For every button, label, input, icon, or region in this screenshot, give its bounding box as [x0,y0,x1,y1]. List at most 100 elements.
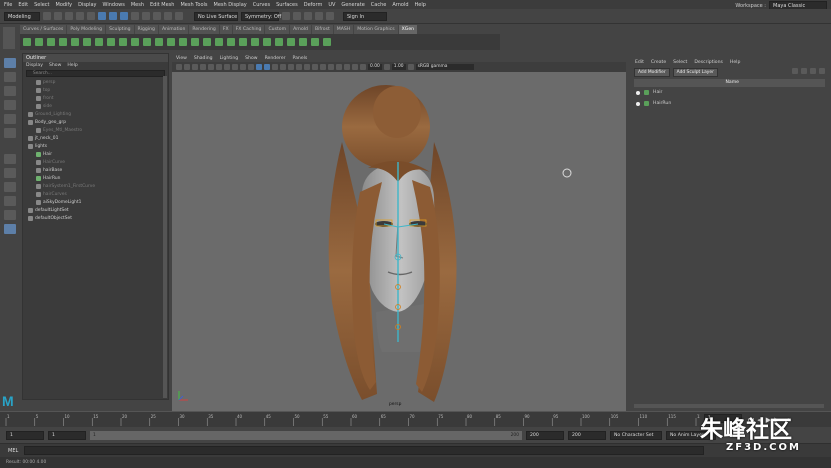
outliner-item[interactable]: front [26,94,168,102]
exposure-field[interactable]: 0.00 [368,64,382,70]
playback-start-field[interactable]: 1 [48,430,86,440]
outliner-item[interactable]: Eyes_Mtl_Maestro [26,126,168,134]
safe-action-icon[interactable] [248,64,254,70]
isolate-select-icon[interactable] [336,64,342,70]
redo-icon[interactable] [87,12,95,20]
menu-display[interactable]: Display [78,2,96,8]
outliner-item[interactable]: hairSystem1_FirstCurve [26,182,168,190]
outliner-menu-help[interactable]: Help [67,62,77,69]
wireframe-icon[interactable] [256,64,262,70]
shelf-tab-sculpting[interactable]: Sculpting [106,25,134,34]
render-icon[interactable] [282,12,290,20]
visibility-icon[interactable] [636,101,640,106]
select-brush-icon[interactable] [299,38,307,46]
grab-brush-icon[interactable] [95,38,103,46]
menu-select[interactable]: Select [34,2,49,8]
outliner-layout-icon[interactable] [4,210,16,220]
character-set-dropdown[interactable]: No Character Set [610,430,662,440]
menu-edit-mesh[interactable]: Edit Mesh [150,2,174,8]
outliner-menu-show[interactable]: Show [49,62,61,69]
open-scene-icon[interactable] [54,12,62,20]
shelf-tab-fx[interactable]: FX [219,25,232,34]
clump-brush-icon[interactable] [155,38,163,46]
convert-icon[interactable] [311,38,319,46]
noise-brush-icon[interactable] [143,38,151,46]
xgen-menu-descriptions[interactable]: Descriptions [694,58,723,65]
mel-label[interactable]: MEL [8,448,18,454]
persp-outliner-layout-icon[interactable] [4,224,16,234]
add-modifier-button[interactable]: Add Modifier [634,68,670,77]
gate-mask-icon[interactable] [232,64,238,70]
film-gate-icon[interactable] [216,64,222,70]
add-guide-icon[interactable] [59,38,67,46]
add-sculpt-layer-button[interactable]: Add Sculpt Layer [672,68,718,77]
select-component-icon[interactable] [120,12,128,20]
menu-mesh[interactable]: Mesh [131,2,144,8]
xray-icon[interactable] [344,64,350,70]
shelf-tab-motion-graphics[interactable]: Motion Graphics [354,25,398,34]
outliner-item[interactable]: HairRun [26,174,168,182]
outliner-item[interactable]: Body_geo_grp [26,118,168,126]
outliner-item[interactable]: hairBase [26,166,168,174]
menu-file[interactable]: File [4,2,12,8]
mode-dropdown[interactable]: Modeling [4,11,40,21]
menu-mesh-display[interactable]: Mesh Display [214,2,247,8]
shelf-tab-rigging[interactable]: Rigging [134,25,158,34]
render-settings-icon[interactable] [304,12,312,20]
sculpt-guide-icon[interactable] [71,38,79,46]
outliner-item[interactable]: top [26,86,168,94]
part-brush-icon[interactable] [167,38,175,46]
shelf-tab-rendering[interactable]: Rendering [189,25,219,34]
select-hierarchy-icon[interactable] [98,12,106,20]
shelf-tab-arnold[interactable]: Arnold [290,25,311,34]
menu-uv[interactable]: UV [328,2,335,8]
xgen-menu-edit[interactable]: Edit [635,58,644,65]
xgen-menu-select[interactable]: Select [673,58,687,65]
xgen-description-row[interactable]: HairRun [634,98,825,109]
attract-brush-icon[interactable] [251,38,259,46]
puff-brush-icon[interactable] [263,38,271,46]
move-up-icon[interactable] [792,68,798,74]
viewport-menu-panels[interactable]: Panels [293,55,308,62]
outliner-menu-display[interactable]: Display [26,62,43,69]
symmetry-dropdown[interactable]: Symmetry: Off [241,11,281,21]
perspective-viewport[interactable]: persp [172,72,626,411]
image-plane-icon[interactable] [200,64,206,70]
hypershade-icon[interactable] [315,12,323,20]
range-slider[interactable]: 1 200 [90,430,522,440]
outliner-item[interactable]: jt_neck_01 [26,134,168,142]
select-object-icon[interactable] [109,12,117,20]
viewport-menu-view[interactable]: View [176,55,187,62]
color-management-icon[interactable] [407,64,414,70]
shelf-tab-animation[interactable]: Animation [158,25,189,34]
length-brush-icon[interactable] [107,38,115,46]
comb-brush-icon[interactable] [83,38,91,46]
pin-brush-icon[interactable] [275,38,283,46]
new-scene-icon[interactable] [43,12,51,20]
lasso-tool-icon[interactable] [4,72,16,82]
depth-of-field-icon[interactable] [328,64,334,70]
bookmarks-icon[interactable] [192,64,198,70]
resolution-gate-icon[interactable] [224,64,230,70]
name-column-header[interactable]: Name [634,79,825,87]
sign-in-button[interactable]: Sign In [343,11,387,21]
motion-blur-icon[interactable] [312,64,318,70]
shelf-tab-xgen[interactable]: XGen [398,25,418,34]
viewport-menu-lighting[interactable]: Lighting [220,55,239,62]
shelf-tab-mash[interactable]: MASH [333,25,354,34]
interactive-groom-icon[interactable] [47,38,55,46]
live-surface-dropdown[interactable]: No Live Surface [194,11,238,21]
shelf-tab-fx-caching[interactable]: FX Caching [232,25,265,34]
ambient-occlusion-icon[interactable] [304,64,310,70]
outliner-search-input[interactable]: Search... [26,70,165,77]
outliner-item[interactable]: aiSkyDomeLight1 [26,198,168,206]
command-input[interactable] [24,446,705,455]
smooth-shade-icon[interactable] [264,64,270,70]
exposure-icon[interactable] [360,64,366,70]
density-brush-icon[interactable] [191,38,199,46]
outliner-item[interactable]: hairCurves [26,190,168,198]
shelf-tab-custom[interactable]: Custom [265,25,290,34]
arnold-render-view-icon[interactable] [326,12,334,20]
undo-icon[interactable] [76,12,84,20]
outliner-item[interactable]: Hair [26,150,168,158]
